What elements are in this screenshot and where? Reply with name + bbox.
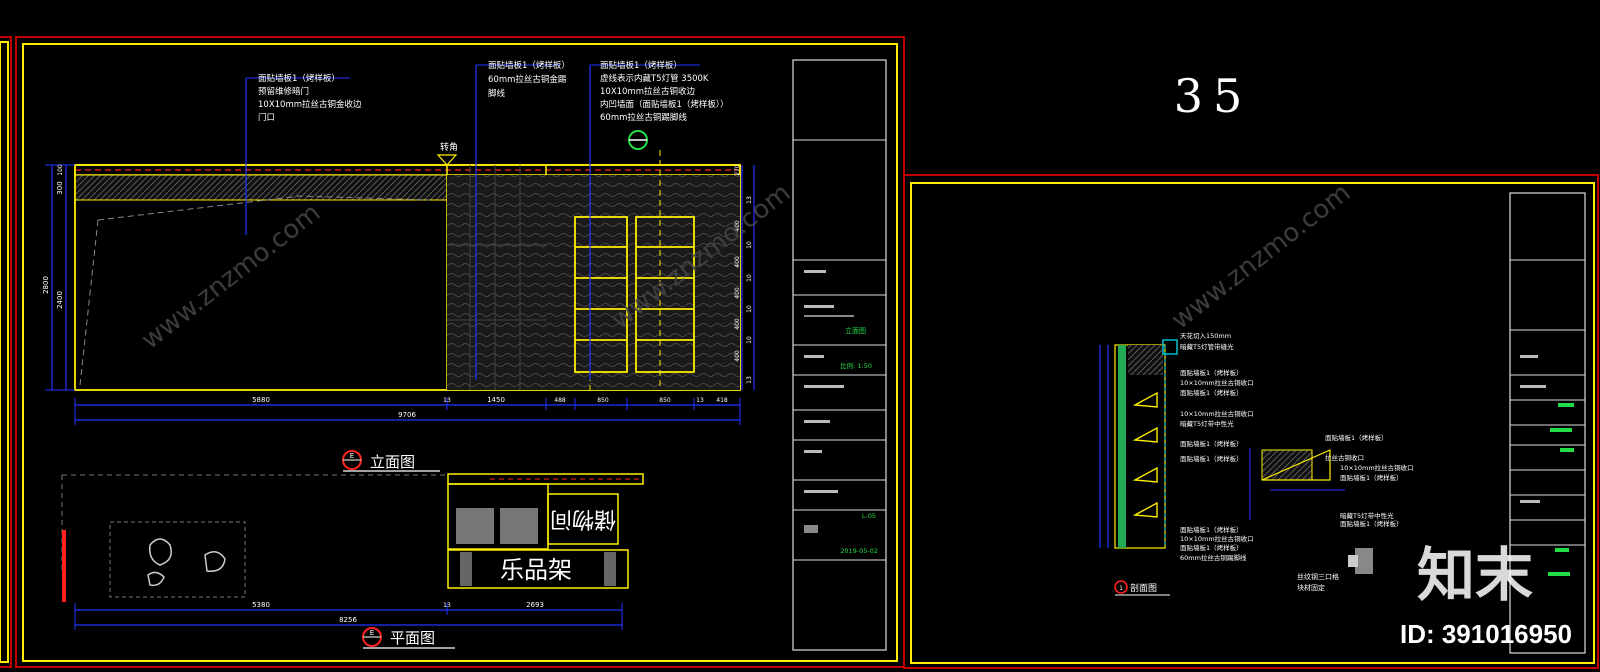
note-3-line-5: 60mm拉丝古铜踢脚线 <box>600 112 687 123</box>
note-3-line-3: 10X10mm拉丝古铜收边 <box>600 86 696 97</box>
right-dim-9: 400 <box>734 318 741 330</box>
watermark-id: ID: 391016950 <box>1400 619 1572 649</box>
detail-note-5: 暗藏T5灯带中性光 <box>1340 511 1394 520</box>
right-dim-1: 270 <box>734 164 741 176</box>
section-note-10: 面贴墙板1（烤样板） <box>1180 525 1243 534</box>
plan-title: 平面图 <box>390 629 435 647</box>
right-dim-4: 10 <box>746 241 753 249</box>
elevation-title-mark: E <box>350 452 354 460</box>
sheet-number: 35 <box>1174 69 1253 123</box>
detail-notes: 面贴墙板1（烤样板）拉丝古铜收口10×10mm拉丝古铜收口面贴墙板1（烤样板）暗… <box>1325 433 1414 528</box>
watermark-site-3: www.znzmo.com <box>1166 178 1356 336</box>
section-title-mark: 1 <box>1119 585 1123 592</box>
bottom-dim-3: 1450 <box>487 396 505 404</box>
height-dim-door: 2400 <box>56 291 64 309</box>
section-note-7: 暗藏T5灯带中性光 <box>1180 419 1234 428</box>
note-3-line-1: 面贴墙板1（烤样板） <box>600 60 682 71</box>
height-dim-total: 2800 <box>42 276 50 294</box>
title-block-scale: 比例: 1:50 <box>840 361 872 370</box>
title-block-left: 立面图 比例: 1:50 L-05 2019-05-02 <box>792 59 887 651</box>
plan-dim-3: 2693 <box>526 601 544 609</box>
height-dim-band: 300 <box>56 181 64 194</box>
section-note-8: 面贴墙板1（烤样板） <box>1180 439 1243 448</box>
plan-dim-total: 8256 <box>339 616 357 624</box>
bottom-dim-2: 13 <box>443 397 451 404</box>
detail-note-6: 面贴墙板1（烤样板） <box>1340 519 1403 528</box>
detail-note-2: 拉丝古铜收口 <box>1325 453 1364 462</box>
title-block-date: 2019-05-02 <box>840 547 878 555</box>
bottom-dim-5: 850 <box>597 397 609 404</box>
detail-note-1: 面贴墙板1（烤样板） <box>1325 433 1388 442</box>
right-dim-12: 13 <box>746 376 753 384</box>
note-1-line-3: 10X10mm拉丝古铜金收边 <box>258 99 362 110</box>
small-note-1: 丝纹钢三口格 <box>1297 572 1339 581</box>
right-dim-11: 400 <box>734 350 741 362</box>
note-1-line-2: 预留维修暗门 <box>258 86 309 97</box>
right-dim-7: 400 <box>734 287 741 299</box>
section-note-4: 10×10mm拉丝古铜收口 <box>1180 378 1254 387</box>
bottom-dim-1: 5880 <box>252 396 270 404</box>
note-3-line-2: 虚线表示内藏T5灯管 3500K <box>600 73 709 84</box>
cad-drawing-canvas: 立面图 比例: 1:50 L-05 2019-05-02 35 转角 2800 … <box>0 36 1599 669</box>
section-note-13: 60mm拉丝古铜踢脚线 <box>1180 553 1247 562</box>
watermark-brand: 知末 <box>1417 543 1533 608</box>
elevation-drawing: 转角 2800 2400 300 100 2701340010400104001… <box>42 60 755 472</box>
detail-note-4: 面贴墙板1（烤样板） <box>1340 473 1403 482</box>
title-block-drawing-name: 立面图 <box>845 326 866 335</box>
note-2-line-3: 脚线 <box>488 88 506 99</box>
section-notes: 天花切入150mm暗藏T5灯管带缝光面贴墙板1（烤样板）10×10mm拉丝古铜收… <box>1180 331 1254 562</box>
plan-dim-1: 5380 <box>252 601 270 609</box>
watermark: www.znzmo.com www.znzmo.com www.znzmo.co… <box>136 178 1356 356</box>
section-note-3: 面贴墙板1（烤样板） <box>1180 368 1243 377</box>
bottom-dim-4: 488 <box>554 397 566 404</box>
detail-note-3: 10×10mm拉丝古铜收口 <box>1340 463 1414 472</box>
right-dim-6: 10 <box>746 274 753 282</box>
note-2-line-1: 面贴墙板1（烤样板） <box>488 60 570 71</box>
bottom-dim-8: 418 <box>716 397 728 404</box>
section-note-11: 10×10mm拉丝古铜收口 <box>1180 534 1254 543</box>
plan-drawing: 储物间 乐品架 5380 13 2693 8256 E 平面图 <box>61 473 644 649</box>
watermark-site-1: www.znzmo.com <box>136 198 326 356</box>
section-note-6: 10×10mm拉丝古铜收口 <box>1180 409 1254 418</box>
height-dim-top: 100 <box>57 164 64 176</box>
turn-label: 转角 <box>440 141 458 153</box>
section-note-9: 面贴墙板1（烤样板） <box>1180 454 1243 463</box>
right-dim-8: 10 <box>746 305 753 313</box>
plan-dim-2: 13 <box>443 602 451 609</box>
room-label-shelf: 乐品架 <box>500 556 572 584</box>
section-note-12: 面贴墙板1（烤样板） <box>1180 543 1243 552</box>
section-note-5: 面贴墙板1（烤样板） <box>1180 388 1243 397</box>
plan-title-mark: E <box>370 629 374 637</box>
title-block-code: L-05 <box>862 512 876 520</box>
bottom-dim-total: 9706 <box>398 411 416 419</box>
bottom-dim-7: 13 <box>696 397 704 404</box>
note-1-line-4: 门口 <box>258 112 275 123</box>
section-note-2: 暗藏T5灯管带缝光 <box>1180 342 1234 351</box>
note-3-line-4: 内凹墙面（面贴墙板1（烤样板）） <box>600 99 729 110</box>
small-note-2: 块材固定 <box>1297 583 1325 592</box>
right-dim-10: 10 <box>746 336 753 344</box>
elevation-title: 立面图 <box>370 453 415 471</box>
section-title: 剖面图 <box>1130 582 1157 594</box>
bottom-dim-6: 850 <box>659 397 671 404</box>
room-label-storage: 储物间 <box>550 506 616 531</box>
right-dim-5: 400 <box>734 256 741 268</box>
note-2-line-2: 60mm拉丝古铜金踢 <box>488 74 567 85</box>
section-drawing: 天花切入150mm暗藏T5灯管带缝光面贴墙板1（烤样板）10×10mm拉丝古铜收… <box>1099 331 1414 596</box>
note-1-line-1: 面贴墙板1（烤样板） <box>258 73 340 84</box>
